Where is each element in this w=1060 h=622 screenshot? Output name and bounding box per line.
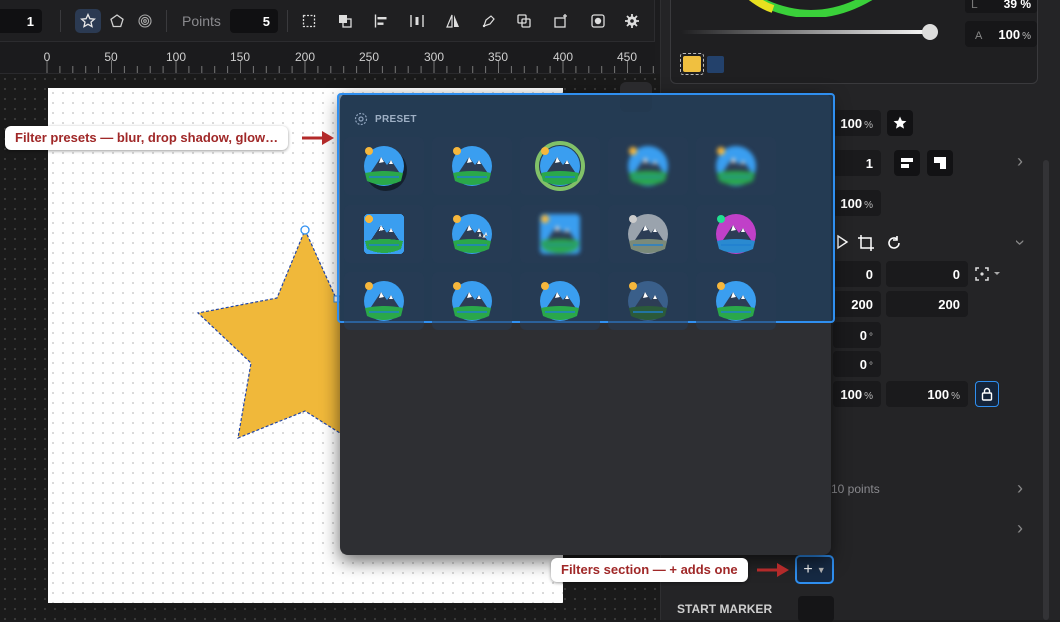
alpha-slider-thumb[interactable] [922, 24, 938, 40]
play-icon[interactable] [835, 234, 849, 250]
landscape-thumbnail-icon [452, 281, 492, 321]
panel-scrollbar[interactable] [1043, 160, 1049, 620]
callout-arrow-right-icon [757, 563, 789, 577]
y-position-field[interactable]: 0 [886, 261, 968, 287]
preset-grid-highlight: PRESET [337, 93, 837, 330]
drop-shadow-preset[interactable] [344, 137, 424, 195]
x-position-field[interactable]: 0 [833, 261, 881, 287]
frame-button[interactable] [927, 150, 953, 176]
alpha-unit: % [1022, 31, 1031, 42]
plain-preset-4[interactable] [520, 272, 600, 330]
alpha-slider[interactable] [681, 30, 936, 34]
lock-icon [981, 387, 993, 401]
row3-value: 100 [840, 196, 863, 211]
scale-y-value: 100 [927, 387, 950, 402]
landscape-thumbnail-icon [628, 214, 668, 254]
opacity-unit: % [864, 120, 873, 131]
star-vertex-handle[interactable] [300, 225, 310, 235]
landscape-thumbnail-icon [628, 146, 668, 186]
constraint-dropdown[interactable] [974, 266, 1004, 282]
scale-x-field[interactable]: 100% [833, 381, 881, 407]
chevron-down-icon: ▼ [816, 564, 826, 575]
chevron-right-icon[interactable]: › [1017, 478, 1023, 499]
pixel-preset[interactable] [344, 205, 424, 263]
glow-preset[interactable] [520, 137, 600, 195]
lightness-value: 39 % [1003, 0, 1031, 11]
noise-preset[interactable] [432, 205, 512, 263]
landscape-thumbnail-icon [716, 146, 756, 186]
landscape-thumbnail-icon [716, 281, 756, 321]
plain-preset-3[interactable] [432, 272, 512, 330]
plain-preset-5[interactable] [696, 272, 776, 330]
scale-y-field[interactable]: 100% [886, 381, 968, 407]
landscape-thumbnail-icon [364, 281, 404, 321]
opacity-value: 100 [840, 116, 863, 131]
alpha-field[interactable]: A 100% [965, 21, 1037, 47]
chevron-right-icon[interactable]: › [1017, 518, 1023, 539]
points-summary: 10 points [831, 482, 880, 496]
skew-unit: ° [869, 361, 873, 372]
lock-ratio-button[interactable] [975, 381, 999, 407]
reset-icon[interactable] [885, 234, 903, 257]
focus-icon [975, 267, 1000, 281]
skew-field[interactable]: 0 ° [833, 351, 881, 377]
callout-arrow-right-icon [302, 131, 334, 145]
rotation-value: 0 [859, 328, 867, 343]
rotation-field[interactable]: 0 ° [833, 322, 881, 348]
favorite-button[interactable] [887, 110, 913, 136]
landscape-thumbnail-icon [364, 146, 407, 191]
color-wheel[interactable] [741, 0, 881, 17]
height-field[interactable]: 200 [886, 291, 968, 317]
plain-preset[interactable] [432, 137, 512, 195]
align-top-icon [901, 158, 913, 168]
filters-callout: Filters section — + adds one [551, 558, 748, 582]
row3-field[interactable]: 100% [833, 190, 881, 216]
lightness-label: L [971, 0, 978, 11]
color-picker: L 39 % A 100% [670, 0, 1038, 84]
landscape-thumbnail-icon [452, 214, 492, 254]
grayscale-preset[interactable] [608, 205, 688, 263]
alpha-value: 100 [998, 27, 1021, 42]
pixel-soft-preset[interactable] [520, 205, 600, 263]
landscape-thumbnail-icon [628, 281, 668, 321]
align-top-button[interactable] [894, 150, 920, 176]
alpha-label: A [975, 30, 983, 42]
lightness-field[interactable]: L 39 % [965, 0, 1037, 13]
width-field[interactable]: 200 [833, 291, 881, 317]
landscape-thumbnail-icon [716, 214, 756, 254]
layer-field[interactable]: 1 [833, 150, 881, 176]
plain-preset-2[interactable] [344, 272, 424, 330]
presets-callout: Filter presets — blur, drop shadow, glow… [5, 126, 289, 150]
swatch-yellow[interactable] [680, 53, 704, 75]
start-marker-select[interactable] [798, 596, 834, 622]
preset-grid [339, 95, 837, 330]
skew-value: 0 [859, 357, 867, 372]
landscape-thumbnail-icon [452, 146, 492, 186]
rotation-unit: ° [869, 332, 873, 343]
start-marker-label: START MARKER [677, 602, 773, 616]
landscape-thumbnail-icon [540, 281, 580, 321]
chevron-down-icon[interactable]: › [1010, 240, 1031, 246]
landscape-thumbnail-icon [364, 214, 404, 254]
landscape-thumbnail-icon [535, 141, 585, 191]
plus-icon: + [803, 560, 813, 578]
add-filter-button[interactable]: + ▼ [795, 555, 834, 584]
swatch-navy[interactable] [707, 56, 724, 73]
neon-preset[interactable] [696, 205, 776, 263]
scale-y-unit: % [951, 391, 960, 402]
scale-x-value: 100 [840, 387, 863, 402]
row3-unit: % [864, 200, 873, 211]
landscape-thumbnail-icon [540, 214, 580, 254]
blur-preset[interactable] [608, 137, 688, 195]
chevron-right-icon[interactable]: › [1017, 151, 1023, 172]
opacity-field[interactable]: 100% [833, 110, 881, 136]
star-filled-icon [893, 116, 907, 129]
soft-blur-preset[interactable] [696, 137, 776, 195]
crop-icon[interactable] [857, 234, 875, 257]
scale-x-unit: % [864, 391, 873, 402]
frame-icon [934, 157, 946, 169]
dark-preset[interactable] [608, 272, 688, 330]
